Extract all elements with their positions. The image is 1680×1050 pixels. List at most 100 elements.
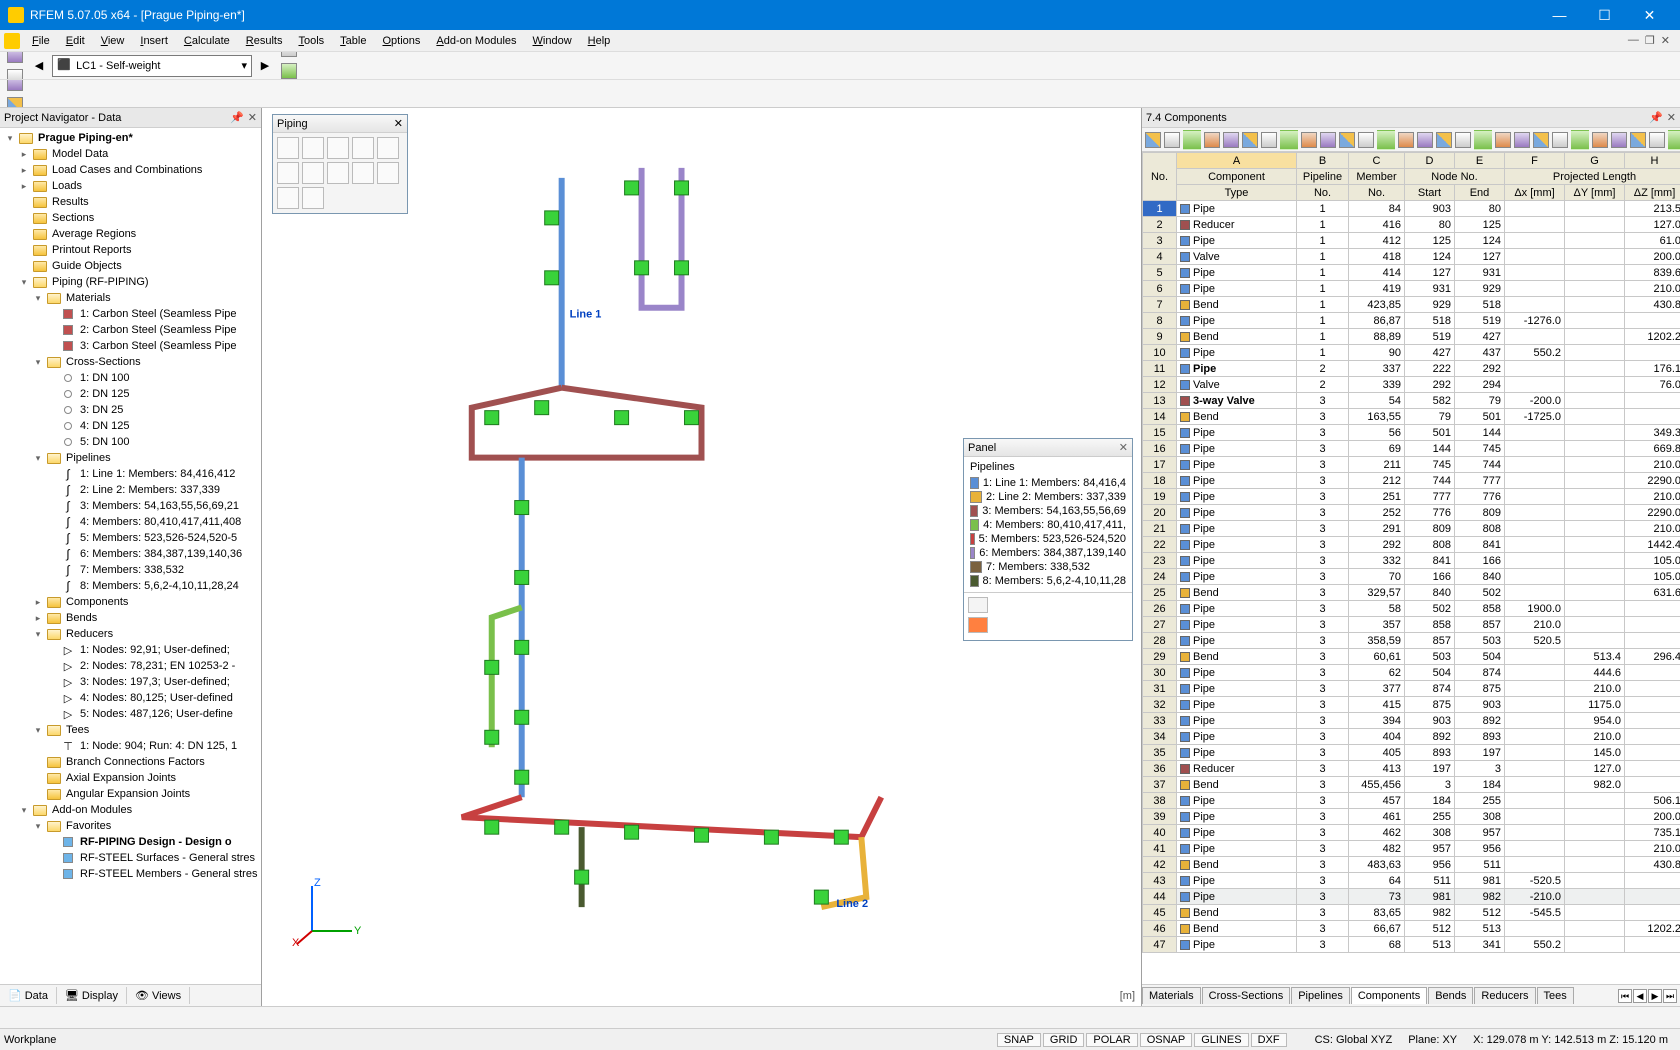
maximize-button[interactable]: ☐ [1582, 0, 1627, 30]
legend-item[interactable]: 1: Line 1: Members: 84,416,4 [970, 476, 1126, 490]
tree-node[interactable]: ▾ Materials [0, 290, 261, 306]
piping-tool-8[interactable] [352, 162, 374, 184]
tree-node[interactable]: Average Regions [0, 226, 261, 242]
legend-item[interactable]: 6: Members: 384,387,139,140 [970, 546, 1126, 560]
legend-item[interactable]: 5: Members: 523,526-524,520 [970, 532, 1126, 546]
table-row[interactable]: 39 Pipe 3 461 255 308 200.0 [1143, 809, 1680, 825]
components-grid[interactable]: No. A B C D E F G H Component Pipeline M… [1142, 152, 1680, 953]
table-row[interactable]: 23 Pipe 3 332 841 166 105.0 [1143, 553, 1680, 569]
comp-tb-btn-14[interactable] [1416, 130, 1434, 150]
col-no-header[interactable]: No. [1143, 153, 1177, 201]
tree-node[interactable]: ▾ Add-on Modules [0, 802, 261, 818]
table-row[interactable]: 10 Pipe 1 90 427 437 550.2 [1143, 345, 1680, 361]
table-row[interactable]: 33 Pipe 3 394 903 892 954.0 [1143, 713, 1680, 729]
tree-node[interactable]: ▾ Prague Piping-en* [0, 130, 261, 146]
legend-tool-2[interactable] [968, 617, 988, 633]
comp-tb-btn-25[interactable] [1629, 130, 1647, 150]
menu-table[interactable]: Table [332, 33, 374, 49]
legend-close-icon[interactable]: ✕ [1119, 441, 1128, 454]
legend-item[interactable]: 3: Members: 54,163,55,56,69 [970, 504, 1126, 518]
table-row[interactable]: 34 Pipe 3 404 892 893 210.0 [1143, 729, 1680, 745]
legend-item[interactable]: 8: Members: 5,6,2-4,10,11,28 [970, 574, 1126, 588]
piping-tool-2[interactable] [327, 137, 349, 159]
comp-tb-btn-1[interactable] [1163, 130, 1181, 150]
comp-tb-btn-18[interactable] [1494, 130, 1512, 150]
menu-insert[interactable]: Insert [132, 33, 176, 49]
piping-tool-11[interactable] [302, 187, 324, 209]
table-row[interactable]: 5 Pipe 1 414 127 931 839.6 [1143, 265, 1680, 281]
comp-tb-btn-9[interactable] [1319, 130, 1337, 150]
tab-nav-next[interactable]: ▶ [1648, 989, 1662, 1003]
tree-node[interactable]: ▷ 2: Nodes: 78,231; EN 10253-2 - [0, 658, 261, 674]
tree-node[interactable]: ▷ 4: Nodes: 80,125; User-defined [0, 690, 261, 706]
table-row[interactable]: 27 Pipe 3 357 858 857 210.0 [1143, 617, 1680, 633]
legend-tool-1[interactable] [968, 597, 988, 613]
tree-node[interactable]: RF-STEEL Members - General stres [0, 866, 261, 882]
table-row[interactable]: 44 Pipe 3 73 981 982 -210.0 [1143, 889, 1680, 905]
comp-tb-btn-22[interactable] [1570, 130, 1590, 150]
table-row[interactable]: 16 Pipe 3 69 144 745 669.8 [1143, 441, 1680, 457]
tab-nav-last[interactable]: ⏭ [1663, 989, 1677, 1003]
comp-tb-btn-8[interactable] [1300, 130, 1318, 150]
legend-item[interactable]: 4: Members: 80,410,417,411, [970, 518, 1126, 532]
tree-node[interactable]: ▾ Favorites [0, 818, 261, 834]
tree-node[interactable]: ▸ Load Cases and Combinations [0, 162, 261, 178]
tb1-btn-7[interactable] [4, 52, 26, 66]
table-row[interactable]: 12 Valve 2 339 292 294 76.0 [1143, 377, 1680, 393]
mdi-close-icon[interactable]: ✕ [1661, 34, 1670, 47]
tree-node[interactable]: ∫ 4: Members: 80,410,417,411,408 [0, 514, 261, 530]
comp-tb-btn-24[interactable] [1610, 130, 1628, 150]
tree-node[interactable]: ▸ Components [0, 594, 261, 610]
tree-node[interactable]: ∫ 6: Members: 384,387,139,140,36 [0, 546, 261, 562]
table-row[interactable]: 15 Pipe 3 56 501 144 349.3 [1143, 425, 1680, 441]
tb2-btn-30[interactable] [4, 94, 26, 109]
tree-node[interactable]: Guide Objects [0, 258, 261, 274]
tab-nav-first[interactable]: ⏮ [1618, 989, 1632, 1003]
legend-panel[interactable]: Panel✕ Pipelines 1: Line 1: Members: 84,… [963, 438, 1133, 641]
tree-node[interactable]: 2: Carbon Steel (Seamless Pipe [0, 322, 261, 338]
table-row[interactable]: 17 Pipe 3 211 745 744 210.0 [1143, 457, 1680, 473]
tree-node[interactable]: 4: DN 125 [0, 418, 261, 434]
tree-node[interactable]: Branch Connections Factors [0, 754, 261, 770]
comp-tb-btn-10[interactable] [1338, 130, 1356, 150]
menu-file[interactable]: File [24, 33, 58, 49]
table-row[interactable]: 38 Pipe 3 457 184 255 506.1 [1143, 793, 1680, 809]
menu-edit[interactable]: Edit [58, 33, 93, 49]
components-tab-materials[interactable]: Materials [1142, 987, 1201, 1004]
tb2-btn-29[interactable] [4, 80, 26, 94]
table-row[interactable]: 32 Pipe 3 415 875 903 1175.0 [1143, 697, 1680, 713]
tree-node[interactable]: Printout Reports [0, 242, 261, 258]
components-tab-components[interactable]: Components [1351, 987, 1427, 1004]
mdi-restore-icon[interactable]: ❐ [1645, 34, 1655, 47]
menu-tools[interactable]: Tools [290, 33, 332, 49]
menu-options[interactable]: Options [374, 33, 428, 49]
components-tab-cross-sections[interactable]: Cross-Sections [1202, 987, 1291, 1004]
table-row[interactable]: 13 3-way Valve 3 54 582 79 -200.0 [1143, 393, 1680, 409]
tree-node[interactable]: ▾ Cross-Sections [0, 354, 261, 370]
comp-tb-btn-11[interactable] [1357, 130, 1375, 150]
comp-tb-btn-21[interactable] [1551, 130, 1569, 150]
legend-item[interactable]: 7: Members: 338,532 [970, 560, 1126, 574]
piping-toolbox[interactable]: Piping✕ [272, 114, 408, 214]
tree-node[interactable]: ▸ Bends [0, 610, 261, 626]
tree-node[interactable]: Sections [0, 210, 261, 226]
tb1b-btn-16[interactable] [278, 52, 300, 60]
comp-tb-btn-20[interactable] [1532, 130, 1550, 150]
table-row[interactable]: 20 Pipe 3 252 776 809 2290.0 [1143, 505, 1680, 521]
piping-tool-9[interactable] [377, 162, 399, 184]
table-row[interactable]: 6 Pipe 1 419 931 929 210.0 [1143, 281, 1680, 297]
components-close-icon[interactable]: ✕ [1667, 111, 1676, 124]
table-row[interactable]: 47 Pipe 3 68 513 341 550.2 [1143, 937, 1680, 953]
tree-node[interactable]: ▾ Pipelines [0, 450, 261, 466]
comp-tb-btn-19[interactable] [1513, 130, 1531, 150]
table-row[interactable]: 43 Pipe 3 64 511 981 -520.5 [1143, 873, 1680, 889]
piping-tool-6[interactable] [302, 162, 324, 184]
navigator-close-icon[interactable]: ✕ [248, 111, 257, 124]
table-row[interactable]: 4 Valve 1 418 124 127 200.0 [1143, 249, 1680, 265]
table-row[interactable]: 14 Bend 3 163,55 79 501 -1725.0 [1143, 409, 1680, 425]
tree-node[interactable]: 2: DN 125 [0, 386, 261, 402]
navigator-pin-icon[interactable]: 📌 [230, 111, 244, 124]
comp-tb-btn-3[interactable] [1203, 130, 1221, 150]
loadcase-prev-button[interactable]: ◀ [28, 55, 50, 77]
table-row[interactable]: 40 Pipe 3 462 308 957 735.1 [1143, 825, 1680, 841]
